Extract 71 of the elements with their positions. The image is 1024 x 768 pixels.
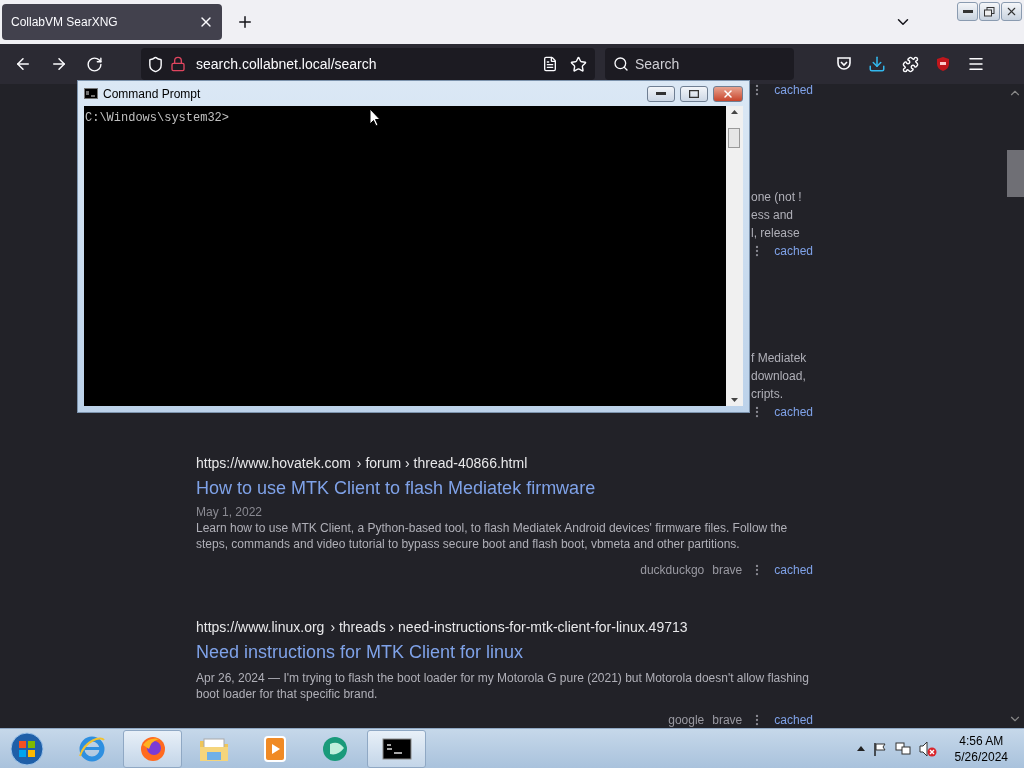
console-prompt: C:\Windows\system32>	[85, 111, 230, 125]
cached-link[interactable]: cached	[774, 562, 813, 578]
minimize-icon	[962, 9, 973, 14]
lock-icon[interactable]	[170, 56, 186, 72]
extensions-icon[interactable]	[902, 55, 919, 73]
scroll-thumb[interactable]	[1007, 150, 1024, 197]
shield-icon[interactable]	[147, 55, 164, 73]
result-path: › forum › thread-40866.html	[356, 454, 528, 472]
scrollbar[interactable]	[726, 106, 743, 406]
scroll-thumb[interactable]	[728, 128, 740, 148]
result-snippet: l, release	[751, 225, 801, 241]
scroll-up-icon[interactable]	[731, 110, 738, 114]
flag-icon[interactable]	[872, 741, 887, 756]
result-snippet: ess and	[751, 207, 795, 223]
command-prompt-window[interactable]: Command Prompt C:\Windows\system32>	[77, 80, 750, 413]
result-snippet: Apr 26, 2024 — I'm trying to flash the boot loader for my Motorola G pure (2021) but Motorola doesn't allow flashing boot loader for that specific brand.	[196, 670, 810, 702]
reader-icon[interactable]	[542, 56, 558, 72]
engine-label: brave	[712, 562, 743, 578]
result-url: https://www.linux.org	[196, 618, 325, 636]
minimize-button[interactable]	[957, 2, 978, 21]
pocket-icon[interactable]	[836, 56, 852, 72]
restore-icon	[984, 6, 995, 17]
window-title: Command Prompt	[103, 86, 202, 101]
console-icon	[84, 88, 98, 99]
cached-link[interactable]: cached	[774, 712, 813, 728]
minimize-button[interactable]	[647, 85, 675, 102]
scroll-down-icon[interactable]	[731, 398, 738, 402]
close-icon	[722, 87, 734, 100]
close-icon	[1005, 5, 1018, 18]
bookmark-star-icon[interactable]	[570, 55, 587, 73]
menu-icon[interactable]	[967, 55, 985, 73]
restore-button[interactable]	[979, 2, 1000, 21]
forward-icon[interactable]	[50, 55, 68, 73]
close-button[interactable]	[1001, 2, 1022, 21]
console-icon	[381, 737, 412, 760]
cached-link[interactable]: cached	[774, 243, 813, 259]
result-snippet: download,	[751, 368, 807, 384]
result-url: https://www.hovatek.com	[196, 454, 351, 472]
network-icon[interactable]	[894, 741, 911, 756]
result-snippet: Learn how to use MTK Client, a Python-based tool, to flash Mediatek Android devices' firmware files. Follow the steps, commands and video tutorial to bypass secure boot and flash boot, vbmeta and other partitions.	[196, 520, 789, 552]
minimize-icon	[656, 91, 666, 96]
browser-tab[interactable]: CollabVM SearXNG	[2, 4, 222, 40]
maximize-icon	[689, 89, 699, 98]
reload-icon[interactable]	[86, 55, 103, 73]
address-bar[interactable]: search.collabnet.local/search	[141, 48, 595, 80]
result-date: May 1, 2022	[196, 504, 264, 520]
search-icon	[613, 56, 629, 72]
cached-link[interactable]: cached	[774, 84, 813, 98]
show-hidden-icon[interactable]	[856, 746, 865, 751]
muted-speaker-icon[interactable]	[918, 740, 937, 757]
result-title[interactable]: Need instructions for MTK Client for linux	[196, 640, 813, 664]
shield-extension-icon[interactable]	[935, 56, 951, 72]
maximize-button[interactable]	[680, 85, 708, 102]
cached-link[interactable]: cached	[774, 404, 813, 420]
result-snippet: f Mediatek	[751, 350, 808, 366]
media-player-icon	[261, 734, 288, 763]
browser-fox-icon	[138, 734, 167, 763]
search-field[interactable]: Search	[605, 48, 794, 80]
engine-label: brave	[712, 712, 743, 728]
back-icon[interactable]	[14, 55, 32, 73]
result-snippet: cripts.	[751, 386, 784, 402]
result-path: › threads › need-instructions-for-mtk-client-for-linux.49713	[330, 618, 688, 636]
result-snippet: one (not !	[751, 189, 803, 205]
engine-label: google	[668, 712, 705, 728]
clock[interactable]: 4:56 AM 5/26/2024	[954, 732, 1008, 765]
download-icon[interactable]	[868, 55, 886, 73]
mouse-cursor-icon	[369, 108, 381, 127]
taskbar-app-button[interactable]	[367, 729, 426, 768]
result-title[interactable]: How to use MTK Client to flash Mediatek firmware	[196, 476, 813, 500]
new-tab-icon[interactable]	[236, 13, 254, 31]
engine-label: duckduckgo	[640, 562, 705, 578]
